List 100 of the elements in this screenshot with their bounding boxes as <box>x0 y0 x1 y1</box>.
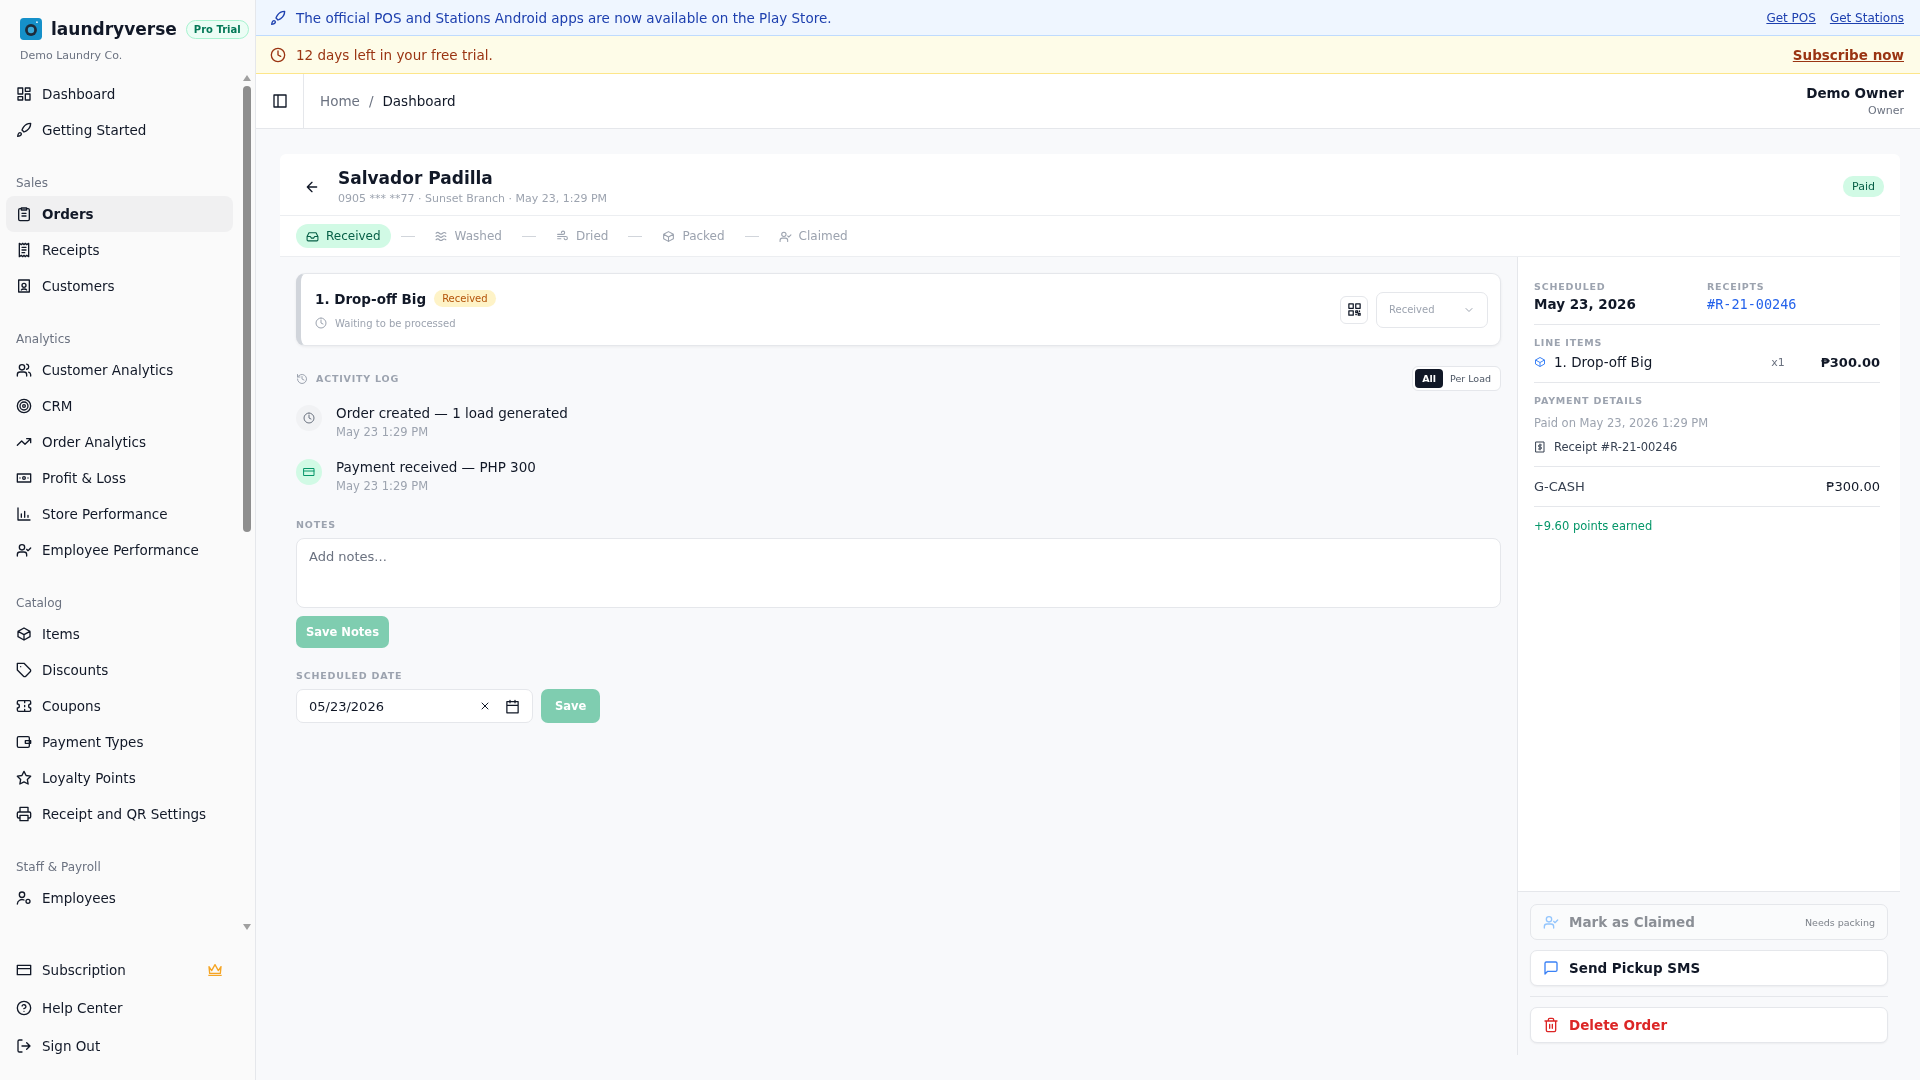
line-item-quantity: x1 <box>1771 355 1785 369</box>
section-title: Catalog <box>15 595 64 612</box>
banner-link[interactable]: Get Stations <box>1829 10 1904 25</box>
breadcrumb-link[interactable]: Dashboard <box>382 93 456 109</box>
waves-icon <box>434 229 448 243</box>
wallet-icon <box>16 734 32 750</box>
nav-item[interactable]: Customers <box>6 268 233 304</box>
nav-item[interactable]: Help Center <box>6 990 233 1026</box>
users-icon <box>16 362 32 378</box>
customer-name: Salvador Padilla <box>338 168 494 188</box>
nav-item[interactable]: Payment Types <box>6 724 233 760</box>
order-meta: 0905 *** **77 · Sunset Branch · May 23, 1:29 PM <box>338 192 609 205</box>
log-entry-text: Payment received — PHP 300 <box>336 459 536 475</box>
logo-icon <box>20 18 42 40</box>
printer-icon <box>16 806 32 822</box>
clock-icon <box>303 412 315 424</box>
user-check-icon <box>1543 914 1559 930</box>
nav-item[interactable]: Items <box>6 616 233 652</box>
user-icon <box>16 890 32 906</box>
breadcrumb-separator: / <box>368 93 374 109</box>
payment-details-label: PAYMENT DETAILS <box>1534 395 1644 406</box>
status-step: Dried <box>545 224 619 248</box>
tag-icon <box>16 662 32 678</box>
contact-card-icon <box>16 278 32 294</box>
action-button[interactable]: Delete Order <box>1530 1007 1888 1043</box>
payment-status-badge: Paid <box>1843 176 1884 197</box>
box-icon <box>1534 356 1546 368</box>
nav-item[interactable]: Loyalty Points <box>6 760 233 796</box>
nav-item[interactable]: CRM <box>6 388 233 424</box>
plan-badge: Pro Trial <box>185 19 249 39</box>
banner-link[interactable]: Get POS <box>1766 10 1816 25</box>
nav-item[interactable]: Receipts <box>6 232 233 268</box>
filter-tab[interactable]: All <box>1415 369 1444 388</box>
crown-icon <box>207 962 223 978</box>
user-role: Owner <box>1867 104 1904 117</box>
clipboard-icon <box>16 206 32 222</box>
card-icon <box>16 962 32 978</box>
scheduled-label: SCHEDULED <box>1534 281 1607 292</box>
announcement-text: The official POS and Stations Android apps are now available on the Play Store. <box>296 9 833 26</box>
receipt-icon <box>1534 441 1546 453</box>
clock-icon <box>270 46 286 63</box>
section-title: Sales <box>15 175 49 192</box>
user-check-icon <box>778 229 792 243</box>
load-title: 1. Drop-off Big <box>315 290 427 307</box>
wind-icon <box>555 229 569 243</box>
target-icon <box>16 398 32 414</box>
user-name: Demo Owner <box>1806 85 1904 101</box>
nav-item[interactable]: Getting Started <box>6 112 233 148</box>
panel-icon <box>271 93 288 109</box>
nav-item[interactable]: Receipt and QR Settings <box>6 796 233 832</box>
nav-item[interactable]: Coupons <box>6 688 233 724</box>
box-icon <box>16 626 32 642</box>
nav-item[interactable]: Subscription <box>6 952 233 988</box>
status-step: Claimed <box>768 224 858 248</box>
receipt-link[interactable]: #R-21-00246 <box>1707 296 1880 312</box>
nav-item[interactable]: Store Performance <box>6 496 233 532</box>
load-note: Waiting to be processed <box>335 317 456 329</box>
date-field[interactable]: 05/23/2026 <box>296 689 533 723</box>
filter-tab[interactable]: Per Load <box>1443 369 1498 388</box>
help-icon <box>16 1000 32 1016</box>
line-item-name: 1. Drop-off Big <box>1554 354 1654 370</box>
nav-item[interactable]: Orders <box>6 196 233 232</box>
receipts-label: RECEIPTS <box>1707 281 1766 292</box>
payment-method: G-CASH <box>1534 479 1586 494</box>
message-icon <box>1543 960 1559 976</box>
scheduled-date-label: SCHEDULED DATE <box>296 670 404 681</box>
status-step: Packed <box>652 224 735 248</box>
subscribe-link[interactable]: Subscribe now <box>1792 46 1904 63</box>
notes-field[interactable]: Add notes... <box>296 538 1501 608</box>
nav-item[interactable]: Employee Performance <box>6 532 233 568</box>
section-title: Staff & Payroll <box>15 859 102 876</box>
nav-item[interactable]: Profit & Loss <box>6 460 233 496</box>
load-status-badge: Received <box>434 290 496 307</box>
bar-chart-icon <box>16 506 32 522</box>
clear-icon <box>479 700 491 712</box>
qr-code-button[interactable] <box>1340 295 1368 324</box>
nav-item[interactable]: Dashboard <box>6 76 233 112</box>
log-entry-text: Order created — 1 load generated <box>336 405 568 421</box>
nav-item[interactable]: Customer Analytics <box>6 352 233 388</box>
user-check-icon <box>16 542 32 558</box>
activity-log-title: ACTIVITY LOG <box>316 373 401 384</box>
nav-item[interactable]: Employees <box>6 880 233 916</box>
breadcrumb-link[interactable]: Home <box>320 93 360 109</box>
nav-item[interactable]: Order Analytics <box>6 424 233 460</box>
box-icon <box>662 229 676 243</box>
history-icon <box>296 372 308 385</box>
grid-icon <box>16 86 32 102</box>
payment-amount: ₱300.00 <box>1826 479 1880 494</box>
nav-item[interactable]: Discounts <box>6 652 233 688</box>
action-button[interactable]: Send Pickup SMS <box>1530 950 1888 986</box>
inbox-icon <box>306 229 319 243</box>
calendar-icon <box>505 698 520 714</box>
company-name: Demo Laundry Co. <box>20 49 124 62</box>
status-step: Washed <box>424 224 512 248</box>
status-step: Received <box>296 224 391 248</box>
ticket-icon <box>16 698 32 714</box>
nav-item[interactable]: Sign Out <box>6 1028 233 1064</box>
receipt-icon <box>16 242 32 258</box>
section-title: Analytics <box>15 331 72 348</box>
app-name: laundryverse <box>51 19 177 39</box>
